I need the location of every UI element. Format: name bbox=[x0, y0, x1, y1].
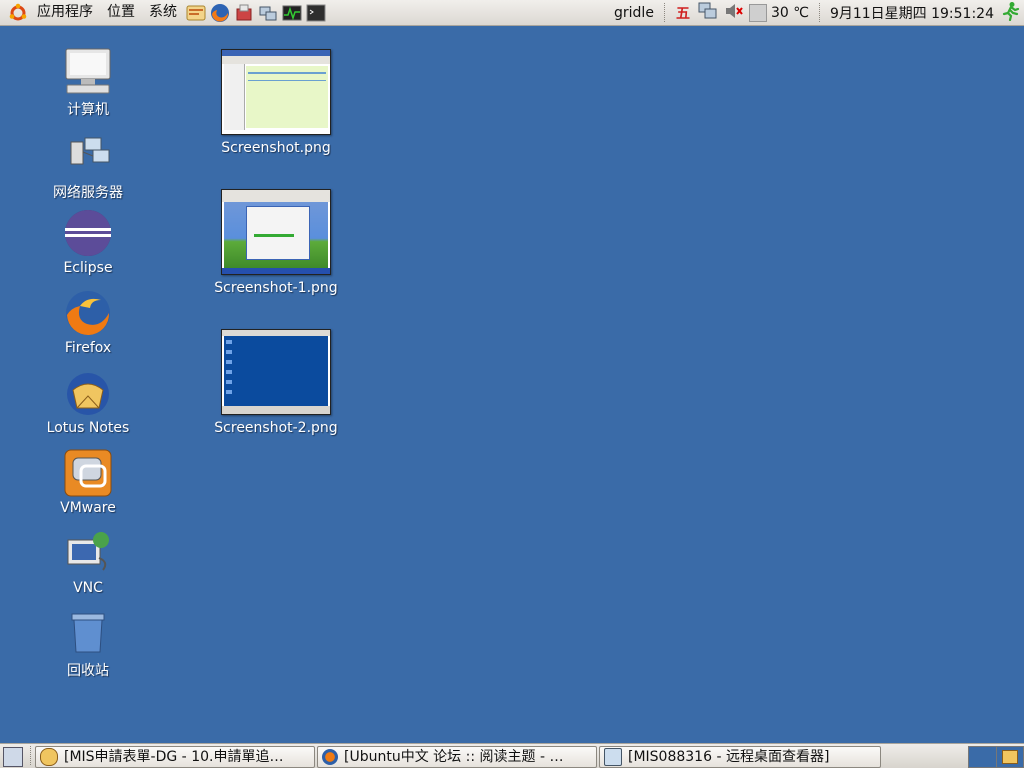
eclipse-icon bbox=[63, 208, 113, 258]
package-launcher-icon[interactable] bbox=[233, 2, 255, 24]
trash-icon bbox=[63, 608, 113, 658]
file-thumbnail-screenshot-1[interactable] bbox=[221, 189, 331, 275]
desktop-icon-label: Eclipse bbox=[63, 260, 113, 276]
desktop-icon-trash[interactable]: 回收站 bbox=[28, 608, 148, 680]
system-tray: gridle 五 30 ℃ 9月11日星期四 19:51:24 bbox=[614, 0, 1024, 25]
hostname-label: gridle bbox=[614, 4, 654, 21]
menu-applications[interactable]: 应用程序 bbox=[30, 0, 100, 25]
taskbar-separator bbox=[30, 746, 33, 765]
taskbar-item-firefox[interactable]: [Ubuntu中文 论坛 :: 阅读主题 - … bbox=[317, 746, 597, 768]
vmware-icon bbox=[63, 448, 113, 498]
desktop-icon-label: 计算机 bbox=[67, 102, 109, 118]
taskbar-item-lotus-notes[interactable]: [MIS申請表單-DG - 10.申請單追… bbox=[35, 746, 315, 768]
desktop-icon-label: VMware bbox=[60, 500, 116, 516]
input-method-indicator[interactable]: 五 bbox=[676, 3, 690, 23]
desktop-icon-lotus-notes[interactable]: Lotus Notes bbox=[28, 368, 148, 436]
workspace-2[interactable] bbox=[996, 747, 1023, 767]
notes-launcher-icon[interactable] bbox=[185, 2, 207, 24]
workspace-switcher[interactable] bbox=[968, 746, 1024, 768]
desktop-icon-firefox[interactable]: Firefox bbox=[28, 288, 148, 356]
taskbar-item-label: [Ubuntu中文 论坛 :: 阅读主题 - … bbox=[344, 749, 564, 765]
firefox-task-icon bbox=[322, 749, 338, 765]
network-servers-icon bbox=[63, 130, 113, 180]
lotus-notes-icon bbox=[63, 368, 113, 418]
bottom-panel: [MIS申請表單-DG - 10.申請單追… [Ubuntu中文 论坛 :: 阅… bbox=[0, 743, 1024, 768]
firefox-icon bbox=[63, 288, 113, 338]
taskbar-item-label: [MIS088316 - 远程桌面查看器] bbox=[628, 749, 830, 765]
computer-icon bbox=[63, 47, 113, 97]
volume-muted-icon[interactable] bbox=[724, 2, 744, 24]
menu-system[interactable]: 系统 bbox=[142, 0, 184, 25]
network-launcher-icon[interactable] bbox=[257, 2, 279, 24]
desktop-icon-label: VNC bbox=[73, 580, 103, 596]
desktop-icon-label: Firefox bbox=[64, 340, 112, 356]
lotus-notes-task-icon bbox=[40, 748, 58, 766]
file-label[interactable]: Screenshot-2.png bbox=[196, 420, 356, 436]
vnc-icon bbox=[63, 528, 113, 578]
desktop-icon-vmware[interactable]: VMware bbox=[28, 448, 148, 516]
temperature-label: 30 ℃ bbox=[770, 4, 809, 21]
taskbar-item-remote-desktop[interactable]: [MIS088316 - 远程桌面查看器] bbox=[599, 746, 881, 768]
desktop-icon-label: 回收站 bbox=[67, 663, 109, 679]
file-label[interactable]: Screenshot.png bbox=[196, 140, 356, 156]
remote-desktop-task-icon bbox=[604, 748, 622, 766]
terminal-launcher-icon[interactable] bbox=[305, 2, 327, 24]
file-label[interactable]: Screenshot-1.png bbox=[196, 280, 356, 296]
file-thumbnail-screenshot[interactable] bbox=[221, 49, 331, 135]
show-desktop-icon[interactable] bbox=[3, 747, 23, 767]
desktop-icon-eclipse[interactable]: Eclipse bbox=[28, 208, 148, 276]
desktop-icon-network-servers[interactable]: 网络服务器 bbox=[28, 130, 148, 202]
tray-separator bbox=[663, 3, 667, 22]
ubuntu-logo-icon[interactable] bbox=[8, 3, 28, 23]
top-panel: 应用程序 位置 系统 gridle 五 30 ℃ 9月11日星期四 19:51:… bbox=[0, 0, 1024, 26]
weather-icon[interactable] bbox=[748, 3, 767, 22]
desktop-icon-computer[interactable]: 计算机 bbox=[28, 47, 148, 119]
network-status-icon[interactable] bbox=[698, 2, 718, 24]
desktop-icon-label: 网络服务器 bbox=[53, 185, 123, 201]
taskbar-item-label: [MIS申請表單-DG - 10.申請單追… bbox=[64, 749, 284, 765]
desktop-icon-vnc[interactable]: VNC bbox=[28, 528, 148, 596]
logout-runner-icon[interactable] bbox=[1000, 1, 1020, 25]
firefox-launcher-icon[interactable] bbox=[209, 2, 231, 24]
tray-separator bbox=[818, 3, 822, 22]
clock[interactable]: 9月11日星期四 19:51:24 bbox=[830, 3, 994, 23]
monitor-launcher-icon[interactable] bbox=[281, 2, 303, 24]
menu-places[interactable]: 位置 bbox=[100, 0, 142, 25]
file-thumbnail-screenshot-2[interactable] bbox=[221, 329, 331, 415]
desktop-icon-label: Lotus Notes bbox=[46, 420, 130, 436]
workspace-1[interactable] bbox=[969, 747, 997, 767]
workspace-window-icon bbox=[1001, 750, 1018, 764]
